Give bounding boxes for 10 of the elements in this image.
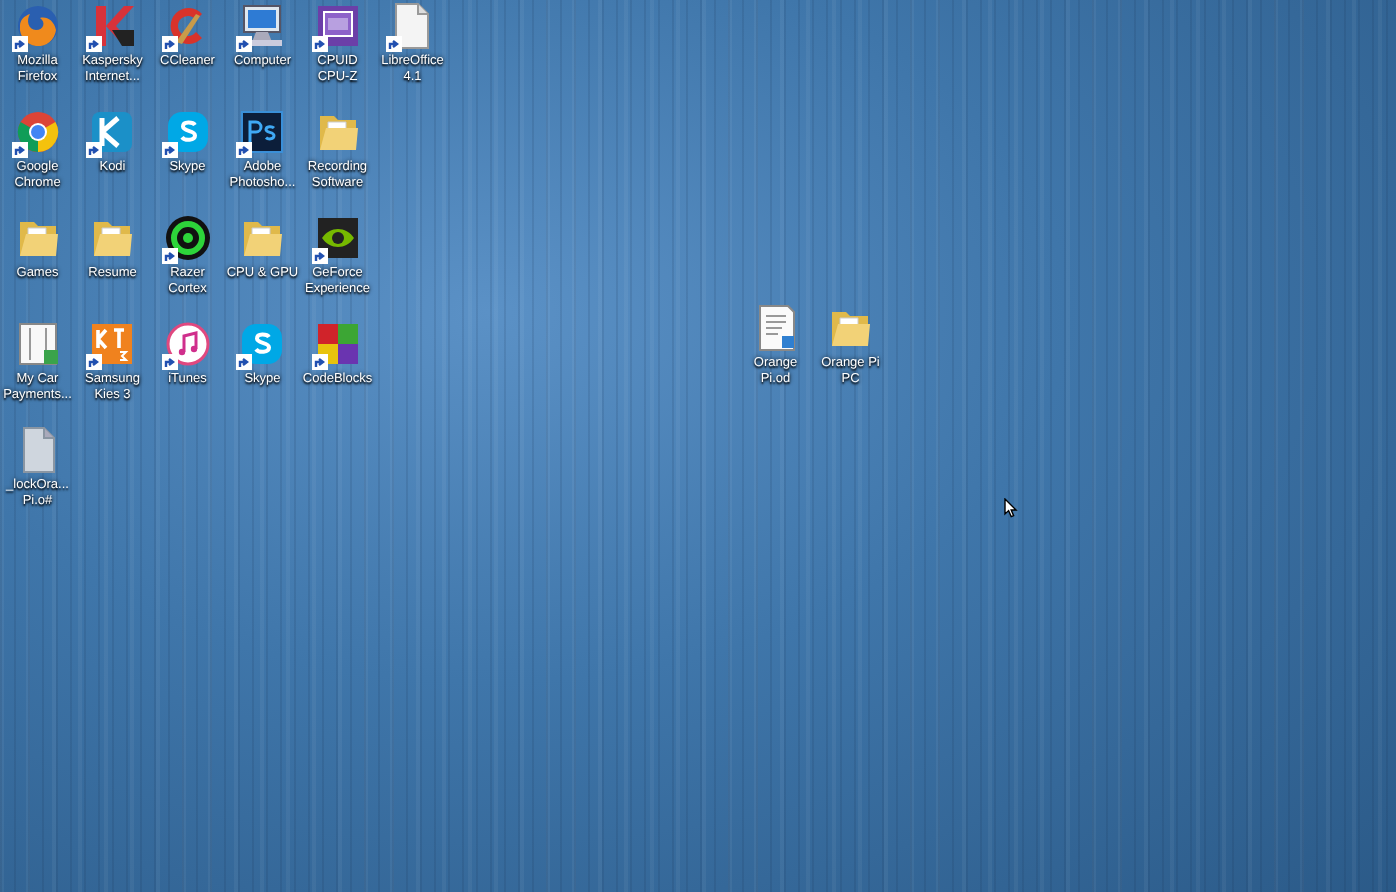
ring-icon[interactable] (163, 214, 212, 262)
music-note-icon[interactable] (163, 320, 212, 368)
blocks-icon[interactable] (313, 320, 362, 368)
eye-logo-icon[interactable] (313, 214, 362, 262)
mouse-cursor-icon (1004, 498, 1018, 518)
spreadsheet-icon[interactable] (13, 320, 62, 368)
ps-letters-icon[interactable] (238, 108, 287, 156)
chip-icon[interactable] (313, 2, 362, 50)
computer-icon[interactable] (238, 2, 287, 50)
ki-letters-icon[interactable] (88, 320, 137, 368)
